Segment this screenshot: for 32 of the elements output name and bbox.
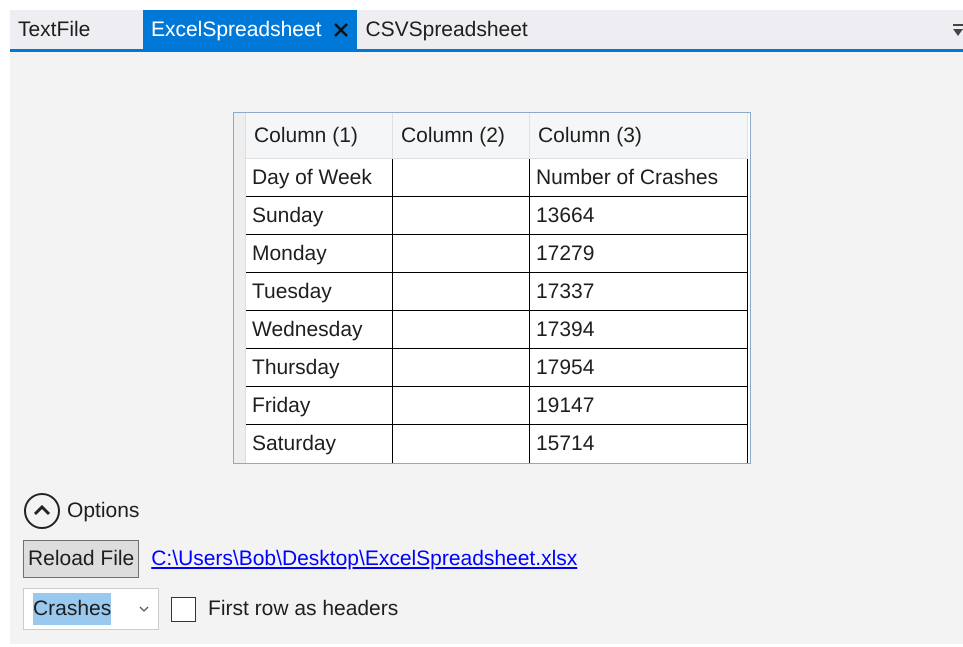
column-header[interactable]: Column (3) [530,113,748,158]
tab[interactable]: CSVSpreadsheet [357,10,536,49]
chevron-icon [139,606,149,612]
table-cell-text: 13664 [536,202,594,229]
table-cell-text: 17279 [536,240,594,267]
table-cell-text: 17337 [536,278,594,305]
checkbox-label: First row as headers [208,596,398,622]
table-cell-text: Friday [252,392,310,419]
checkbox[interactable] [171,596,196,622]
table-cell-text: 19147 [536,392,594,419]
table-cell-text: Wednesday [252,316,363,343]
tab[interactable]: TextFile [10,10,143,49]
table-cell-text: Saturday [252,431,336,458]
collapse-icon[interactable] [23,492,61,530]
table-cell-text: 17954 [536,354,594,381]
close-icon[interactable] [333,22,350,38]
table-cell-text: 15714 [536,431,594,458]
column-header[interactable]: Column (1) [246,113,393,158]
table-cell-text: Number of Crashes [536,164,718,191]
table-cell-text: Tuesday [252,278,332,305]
table-cell-text: Day of Week [252,164,372,191]
sheet-select[interactable]: Crashes [23,588,159,630]
dropdown-icon[interactable] [953,24,963,38]
tab[interactable]: ExcelSpreadsheet [143,10,358,49]
options-label: Options [67,498,140,524]
table-cell-text: Sunday [252,202,324,229]
file-link[interactable]: C:\Users\Bob\Desktop\ExcelSpreadsheet.xlsx [151,543,578,575]
table-cell-text: 17394 [536,316,594,343]
table-cell-text: Monday [252,240,327,267]
table-cell-text: Thursday [252,354,340,381]
reload-button[interactable]: Reload File [23,540,140,578]
column-header[interactable]: Column (2) [393,113,530,158]
